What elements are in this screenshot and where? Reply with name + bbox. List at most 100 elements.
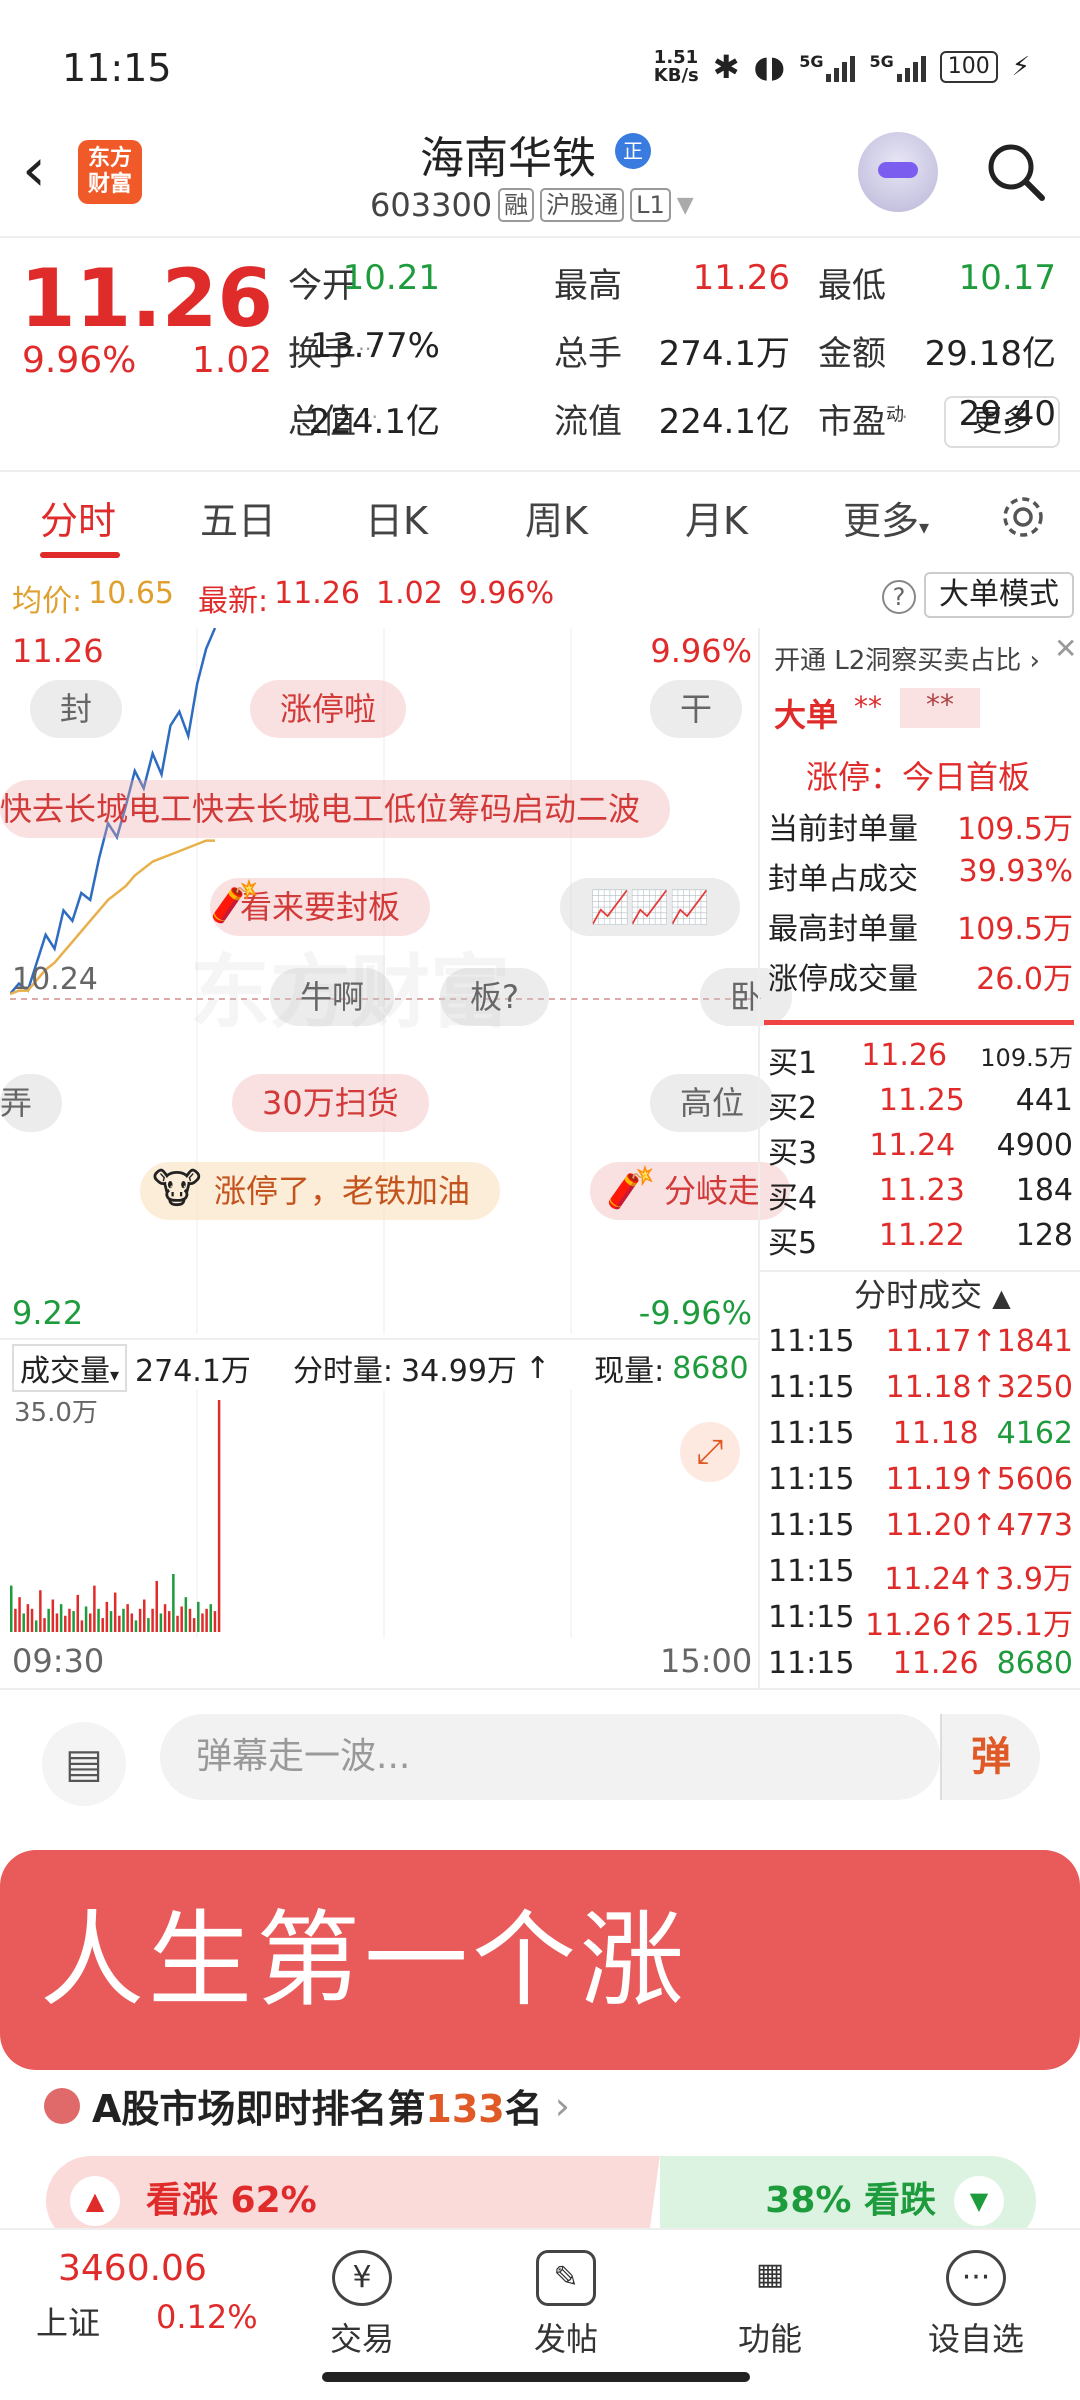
tick-row: 11:15 11.24↑3.9万 [768,1554,1073,1598]
current-price: 11.26 [20,252,274,345]
caret-down-icon: ▾ [110,1365,120,1386]
close-icon[interactable]: ✕ [1054,632,1077,665]
bid-row[interactable]: 买4 11.23 184 [768,1173,1073,1217]
quote-field-value: 224.1亿 [308,402,440,442]
tab-daily-k[interactable]: 日K [365,490,428,545]
arrow-up-icon: ↑ [970,1562,996,1597]
limit-up-status: 涨停：今日首板 [805,758,1030,796]
stock-code-row[interactable]: 603300 融 沪股通 L1 ▼ [370,186,694,224]
info-icon[interactable]: ⋯ [888,404,908,428]
nav-post[interactable]: ✎ 发帖 [496,2250,636,2360]
tick-price: 11.24 [884,1562,971,1597]
tab-weekly-k[interactable]: 周K [525,490,588,545]
arrow-up-icon: ↑ [971,1508,997,1543]
arrow-up-icon: ↑ [971,1370,997,1405]
big-order-mask: ** [854,690,882,723]
l2-upsell-link[interactable]: 开通 L2洞察买卖占比 › [774,640,1040,677]
nav-trade[interactable]: ¥ 交易 [292,2250,432,2360]
help-icon[interactable]: ? [882,580,916,614]
volume-total: 274.1万 [135,1354,251,1389]
volume-bar [126,1604,129,1632]
volume-bar [88,1613,92,1632]
ticks-header[interactable]: 分时成交 ▲ [854,1270,1011,1316]
arrow-up-icon: ▲ [70,2176,120,2226]
quote-field-value: 224.1亿 [658,402,790,442]
bid-row[interactable]: 买1 11.26 109.5万 [768,1038,1073,1082]
nav-functions[interactable]: ▦ 功能 [700,2250,840,2360]
tick-row: 11:15 11.26 8680 [768,1646,1073,1681]
bid-label: 买2 [768,1091,818,1126]
rank-icon [44,2087,80,2124]
index-pct[interactable]: 0.12% [156,2298,258,2336]
signal-icon-1: 5G [799,52,856,82]
rank-suffix: 名 [504,2087,543,2131]
volume-bar [47,1608,50,1632]
search-icon[interactable] [984,140,1048,204]
danmu-settings-icon[interactable]: ▤ [42,1722,126,1806]
tick-volume: 1841 [996,1324,1073,1359]
tab-monthly-k[interactable]: 月K [685,490,748,545]
quote-field-value: 13.77% [310,326,440,366]
back-icon[interactable]: ‹ [22,140,70,204]
danmu: 牛啊 [270,968,395,1026]
tag-margin: 融 [498,188,535,222]
volume-bar [93,1585,96,1632]
signal-icon-2: 5G [869,52,926,82]
stat-value: 109.5万 [957,812,1073,847]
gear-icon[interactable] [998,492,1048,542]
nav-add-watchlist[interactable]: ··· 设自选 [906,2250,1046,2360]
quote-field-label: 总手 [554,334,622,374]
tab-more[interactable]: 更多▾ [843,490,929,545]
latest-label: 最新: [198,584,269,619]
bid-volume: 4900 [996,1128,1073,1163]
battery-icon: 100 [939,51,998,83]
volume-bar [101,1618,104,1632]
volume-header: 成交量▾ 274.1万 分时量: 34.99万 ↑ 现量: 8680 [12,1344,749,1392]
tick-time: 11:15 [768,1600,855,1635]
intraday-chart[interactable]: 11.26 9.96% 9.22 -9.96% 10.24 东方财富 封 涨停啦… [0,628,793,1334]
bid-row[interactable]: 买5 11.22 128 [768,1218,1073,1262]
tick-row: 11:15 11.26↑25.1万 [768,1600,1073,1644]
chart-bottom-price: 9.22 [12,1294,84,1332]
more-button[interactable]: 更多 [944,396,1060,448]
net-speed: 1.51 KB/s [653,47,699,86]
volume-selector[interactable]: 成交量▾ [12,1344,128,1392]
assistant-avatar[interactable] [858,132,938,212]
volume-bar [209,1604,213,1632]
chart-mid-price: 10.24 [12,962,98,997]
tab-five-day[interactable]: 五日 [200,490,276,545]
bid-row[interactable]: 买3 11.24 4900 [768,1128,1073,1172]
danmu-send-button[interactable]: 弹 [940,1714,1040,1800]
tick-time: 11:15 [768,1324,855,1359]
volume-bar [109,1611,113,1632]
market-rank[interactable]: A股市场即时排名第133名 › [44,2078,570,2133]
tab-intraday[interactable]: 分时 [40,490,116,545]
big-order-label: 大单 [774,696,839,734]
volume-bar [43,1618,46,1632]
bid-price: 11.23 [878,1173,965,1208]
danmu-input[interactable]: 弹幕走一波... [160,1714,940,1800]
app-logo: 东方 财富 [78,140,142,204]
danmu: 30万扫货 [232,1074,429,1132]
chart-bottom-pct: -9.96% [638,1294,752,1332]
volume-bar [14,1608,17,1632]
bid-label: 买3 [768,1136,818,1171]
volume-chart[interactable]: 35.0万 ⤢ [10,1390,758,1638]
index-name[interactable]: 上证 [36,2298,100,2344]
time-end: 15:00 [660,1642,753,1680]
index-value[interactable]: 3460.06 [58,2248,207,2289]
volume-bar [68,1608,71,1632]
big-order-mode-button[interactable]: 大单模式 [924,572,1074,618]
bid-row[interactable]: 买2 11.25 441 [768,1083,1073,1127]
tick-volume: 4162 [996,1416,1073,1451]
volume-bar [72,1611,75,1632]
quote-field-label: 金额 [818,334,886,374]
tab-more-label: 更多 [843,499,920,543]
arrow-down-icon: ▼ [954,2176,1004,2226]
expand-icon[interactable]: ⤢ [680,1422,740,1482]
latest-value: 11.26 [274,576,360,611]
danmu: 高位 [650,1074,775,1132]
volume-bar [180,1606,183,1632]
volume-bar [34,1620,38,1632]
volume-bar [39,1590,42,1632]
